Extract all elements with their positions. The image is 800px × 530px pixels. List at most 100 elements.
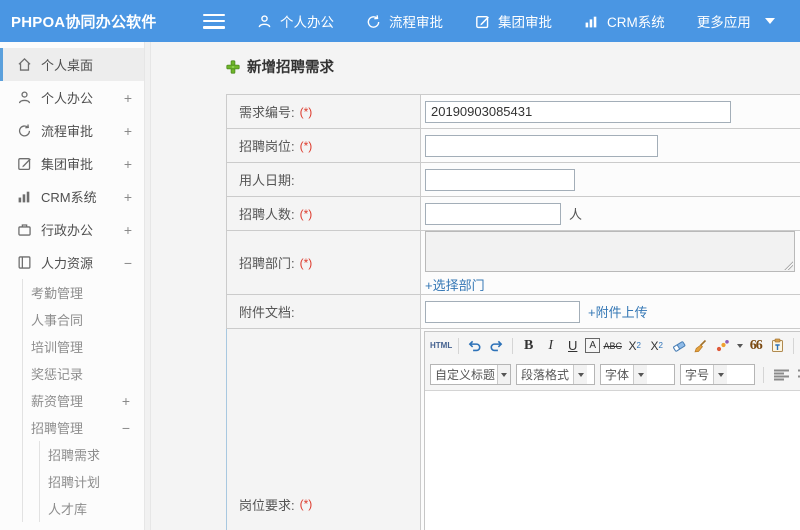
recruit-demand-form: 需求编号: (*) 招聘岗位: (*)	[226, 94, 800, 530]
sidebar-item-recruit-management[interactable]: 招聘管理 −	[23, 414, 144, 441]
nav-workflow-approval[interactable]: 流程审批	[366, 11, 443, 31]
sidebar-item-recruit-plan[interactable]: 招聘计划	[40, 468, 144, 495]
bar-chart-icon	[17, 189, 32, 204]
expand-icon[interactable]: +	[124, 90, 132, 106]
job-input[interactable]	[425, 134, 658, 157]
sidebar-item-label: 个人桌面	[41, 58, 94, 73]
sidebar-item-label: 集团审批	[41, 157, 94, 172]
strikethrough-button[interactable]: ABC	[603, 336, 622, 355]
required-mark: (*)	[299, 138, 313, 153]
chevron-down-icon	[496, 365, 510, 384]
sidebar-item-workflow-approval[interactable]: 流程审批 +	[0, 114, 144, 147]
editor-content[interactable]	[425, 390, 800, 530]
blockquote-button[interactable]: 66	[746, 336, 765, 355]
field-value: +选择部门	[421, 231, 800, 294]
chevron-down-icon	[633, 365, 648, 384]
sidebar-item-label: 考勤管理	[31, 286, 84, 301]
caret-down-icon	[764, 18, 775, 24]
sidebar-item-admin-office[interactable]: 行政办公 +	[0, 213, 144, 246]
sidebar-item-label: 招聘管理	[31, 421, 84, 436]
toolbar-separator	[793, 337, 795, 354]
sidebar-item-personal-office[interactable]: 个人办公 +	[0, 81, 144, 114]
nav-crm-system[interactable]: CRM系统	[584, 11, 665, 31]
sidebar-item-talent-pool[interactable]: 人才库	[40, 495, 144, 522]
expand-icon[interactable]: +	[124, 156, 132, 172]
sidebar-item-attendance-management[interactable]: 考勤管理	[23, 279, 144, 306]
toolbar-separator	[458, 337, 460, 354]
expand-icon[interactable]: +	[122, 393, 130, 409]
custom-heading-select[interactable]: 自定义标题	[430, 364, 511, 385]
underline-button[interactable]: U	[563, 336, 582, 355]
bold-button[interactable]: B	[519, 336, 538, 355]
sidebar-item-label: 招聘需求	[48, 448, 101, 463]
font-size-select[interactable]: 字号	[680, 364, 755, 385]
collapse-icon[interactable]: −	[124, 255, 132, 271]
subscript-button[interactable]: X2	[647, 336, 666, 355]
sub-base: X	[650, 338, 659, 353]
sidebar-item-personnel-contract[interactable]: 人事合同	[23, 306, 144, 333]
req-no-input[interactable]	[425, 100, 731, 123]
nav-personal-office[interactable]: 个人办公	[257, 11, 334, 31]
unit-label: 人	[569, 207, 583, 222]
form-row: 附件文档: +附件上传	[227, 295, 800, 329]
sidebar-item-label: CRM系统	[41, 190, 97, 205]
sidebar-item-human-resources[interactable]: 人力资源 −	[0, 246, 144, 279]
sidebar-item-salary-management[interactable]: 薪资管理 +	[23, 387, 144, 414]
collapse-icon[interactable]: −	[122, 420, 130, 436]
caret-down-icon[interactable]	[737, 343, 744, 348]
top-nav: 个人办公 流程审批 集团审批 CRM系统 更多应用	[257, 11, 775, 31]
chevron-down-icon	[713, 365, 728, 384]
field-label-attach: 附件文档:	[227, 295, 421, 328]
sidebar-item-recruit-demand[interactable]: 招聘需求	[40, 441, 144, 468]
paste-format-icon[interactable]	[768, 336, 787, 355]
autotype-button[interactable]: A	[585, 338, 601, 353]
italic-button[interactable]: I	[541, 336, 560, 355]
user-icon	[257, 14, 272, 29]
expand-icon[interactable]: +	[124, 189, 132, 205]
label-text: 用人日期:	[239, 173, 295, 188]
date-input[interactable]	[425, 168, 575, 191]
paragraph-format-select[interactable]: 段落格式	[516, 364, 595, 385]
expand-icon[interactable]: +	[124, 222, 132, 238]
sidebar-item-group-approval[interactable]: 集团审批 +	[0, 147, 144, 180]
sidebar: 个人桌面 个人办公 + 流程审批 + 集团审批 + CRM系统 + 行政办公 +…	[0, 42, 145, 530]
sidebar-item-label: 个人办公	[41, 91, 94, 106]
add-icon	[226, 59, 240, 74]
align-center-icon[interactable]	[796, 365, 800, 384]
superscript-button[interactable]: X2	[625, 336, 644, 355]
field-value: 人	[421, 197, 800, 230]
format-brush-icon[interactable]	[691, 336, 710, 355]
hr-submenu: 考勤管理 人事合同 培训管理 奖惩记录 薪资管理 + 招聘管理 − 招聘需求 招…	[22, 279, 144, 522]
font-family-select[interactable]: 字体	[600, 364, 675, 385]
attach-input[interactable]	[425, 300, 580, 323]
html-source-button[interactable]: HTML	[430, 336, 452, 355]
select-dept-link[interactable]: +选择部门	[425, 275, 485, 294]
required-mark: (*)	[299, 206, 313, 221]
sidebar-item-personal-desktop[interactable]: 个人桌面	[0, 48, 144, 81]
redo-icon[interactable]	[487, 336, 506, 355]
sup-base: X	[628, 338, 637, 353]
label-text: 招聘部门:	[239, 256, 295, 271]
align-left-icon[interactable]	[772, 365, 791, 384]
eraser-icon[interactable]	[669, 336, 688, 355]
resize-grip-icon[interactable]	[784, 261, 793, 270]
undo-icon[interactable]	[465, 336, 484, 355]
field-value	[421, 129, 800, 162]
attach-upload-link[interactable]: +附件上传	[588, 302, 648, 321]
field-label-job: 招聘岗位: (*)	[227, 129, 421, 162]
expand-icon[interactable]: +	[124, 123, 132, 139]
color-dropper-icon[interactable]	[713, 336, 732, 355]
count-input[interactable]	[425, 202, 561, 225]
user-icon	[17, 90, 32, 105]
nav-more-apps[interactable]: 更多应用	[697, 11, 775, 31]
dept-textarea[interactable]	[425, 231, 795, 272]
nav-group-approval[interactable]: 集团审批	[475, 11, 552, 31]
sidebar-item-training-management[interactable]: 培训管理	[23, 333, 144, 360]
editor-toolbar-bottom: 自定义标题 段落格式 字体 字号	[425, 359, 800, 390]
select-value: 字体	[605, 368, 630, 382]
sidebar-item-label: 奖惩记录	[31, 367, 84, 382]
sidebar-item-reward-punishment[interactable]: 奖惩记录	[23, 360, 144, 387]
field-label-count: 招聘人数: (*)	[227, 197, 421, 230]
menu-toggle-icon[interactable]	[203, 13, 225, 29]
sidebar-item-crm-system[interactable]: CRM系统 +	[0, 180, 144, 213]
